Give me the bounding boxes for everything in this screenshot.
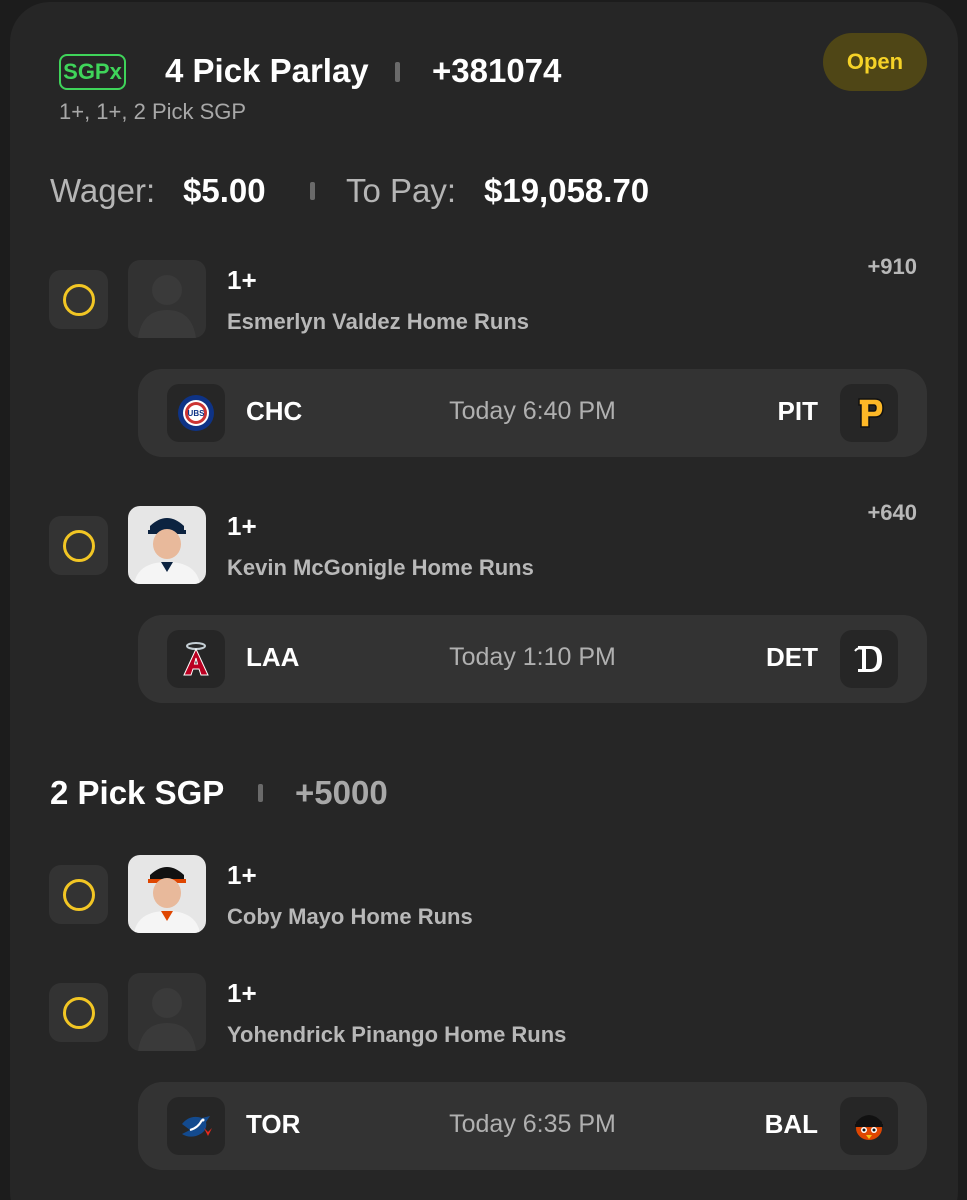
leg-odds: +640: [867, 500, 917, 525]
leg-market: Esmerlyn Valdez Home Runs: [227, 309, 529, 334]
to-pay-label: To Pay:: [346, 172, 457, 209]
leg-market: Kevin McGonigle Home Runs: [227, 555, 534, 580]
leg-status-indicator: [49, 270, 108, 329]
parlay-title: 4 Pick Parlay: [165, 52, 369, 89]
home-team: DET: [766, 642, 818, 672]
sgpx-badge: SGPx: [59, 54, 126, 90]
status-badge: Open: [823, 33, 927, 91]
home-team: PIT: [777, 396, 818, 426]
leg-line: 1+: [227, 265, 257, 295]
pending-circle-icon: [62, 878, 95, 911]
orioles-logo-icon: [840, 1097, 898, 1155]
wager-label: Wager:: [50, 172, 156, 209]
leg-line: 1+: [227, 978, 257, 1008]
silhouette-icon: [128, 973, 206, 1051]
to-pay-value: $19,058.70: [484, 172, 650, 209]
player-photo: [128, 506, 206, 584]
player-photo: [128, 855, 206, 933]
leg-status-indicator: [49, 516, 108, 575]
pending-circle-icon: [62, 529, 95, 562]
bet-card: SGPx 4 Pick Parlay +381074 1+, 1+, 2 Pic…: [10, 2, 958, 1200]
divider: [395, 62, 400, 82]
parlay-odds: +381074: [432, 52, 562, 89]
tigers-logo-icon: [840, 630, 898, 688]
leg-line: 1+: [227, 511, 257, 541]
leg-market: Coby Mayo Home Runs: [227, 904, 473, 929]
game-matchup[interactable]: UBS CHC Today 6:40 PM PIT: [138, 369, 927, 457]
leg-market: Yohendrick Pinango Home Runs: [227, 1022, 567, 1047]
silhouette-icon: [128, 260, 206, 338]
sgp-title: 2 Pick SGP: [50, 774, 225, 811]
divider: [258, 784, 263, 802]
game-matchup[interactable]: TOR Today 6:35 PM BAL: [138, 1082, 927, 1170]
pending-circle-icon: [62, 283, 95, 316]
divider: [310, 182, 315, 200]
pirates-logo-icon: [840, 384, 898, 442]
leg-odds: +910: [867, 254, 917, 279]
parlay-subtitle: 1+, 1+, 2 Pick SGP: [59, 99, 247, 124]
leg-status-indicator: [49, 983, 108, 1042]
sgp-odds: +5000: [295, 774, 388, 811]
pending-circle-icon: [62, 996, 95, 1029]
home-team: BAL: [764, 1109, 818, 1139]
leg-line: 1+: [227, 860, 257, 890]
wager-value: $5.00: [183, 172, 266, 209]
leg-status-indicator: [49, 865, 108, 924]
game-matchup[interactable]: LAA Today 1:10 PM DET: [138, 615, 927, 703]
